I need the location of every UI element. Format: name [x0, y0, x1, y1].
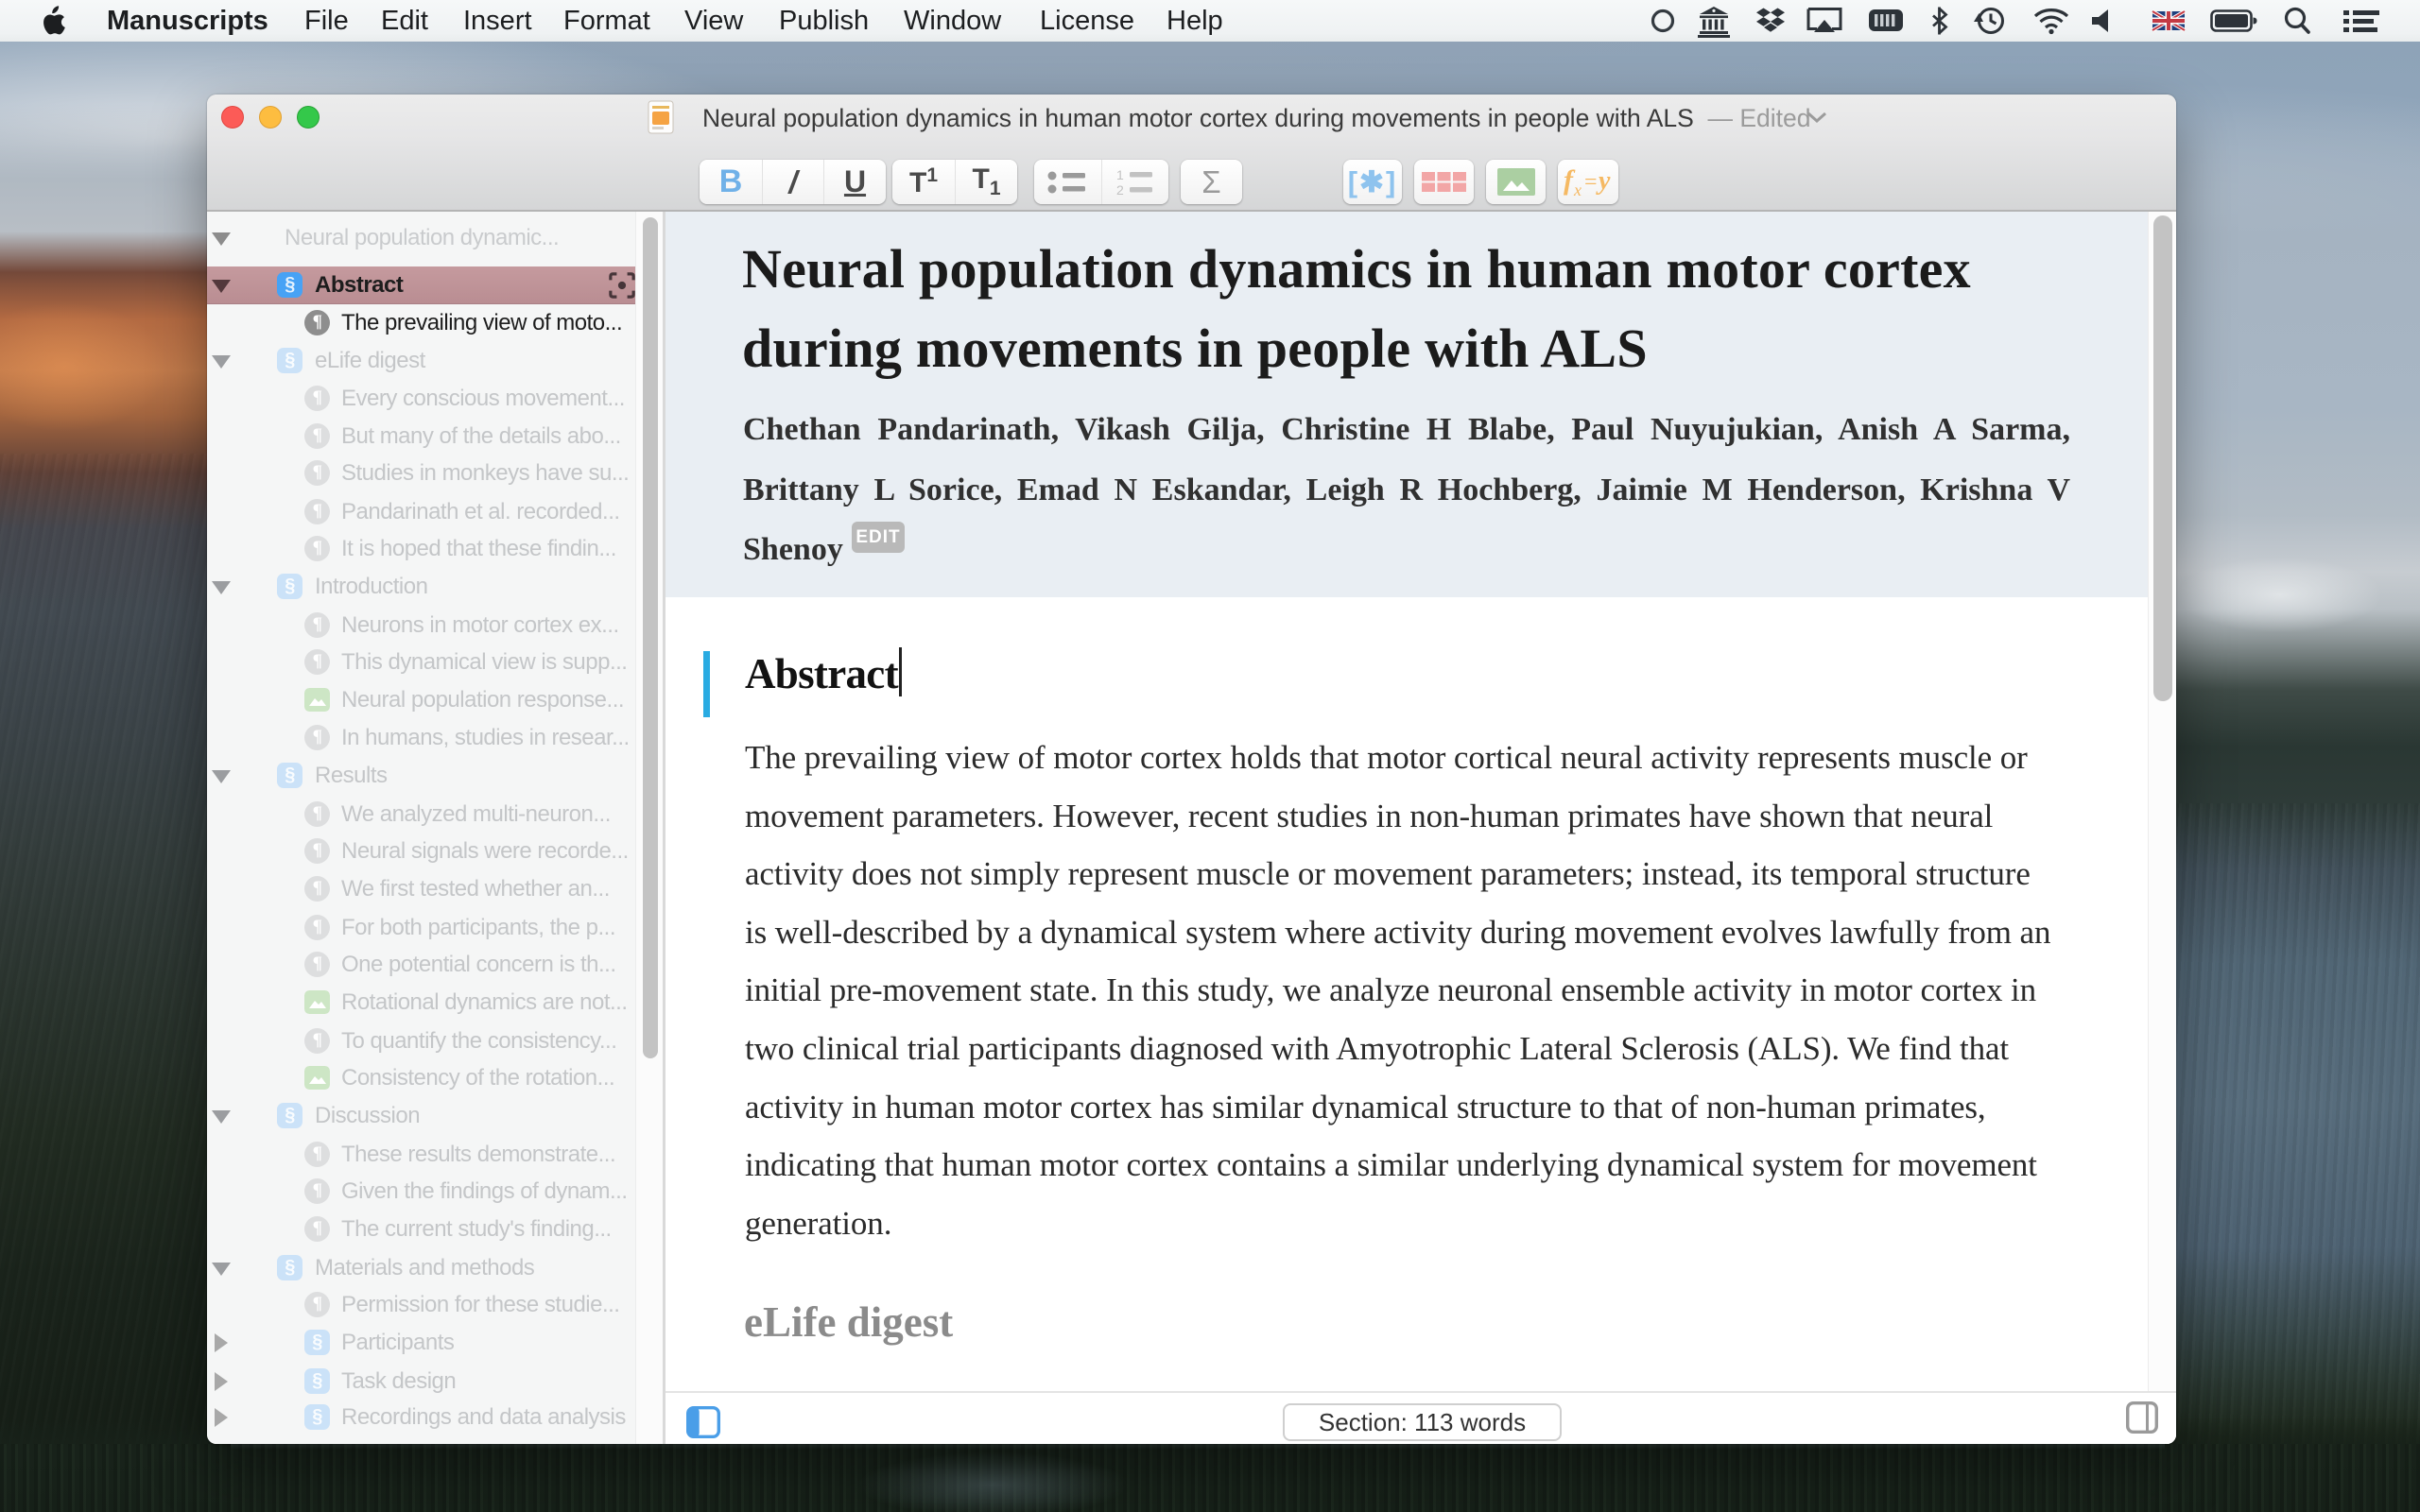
- svg-text:2: 2: [1116, 182, 1124, 198]
- svg-text:=: =: [1584, 170, 1598, 195]
- svg-text:x: x: [1573, 180, 1582, 198]
- svg-text:1: 1: [1116, 167, 1124, 182]
- svg-text:y: y: [1596, 166, 1611, 196]
